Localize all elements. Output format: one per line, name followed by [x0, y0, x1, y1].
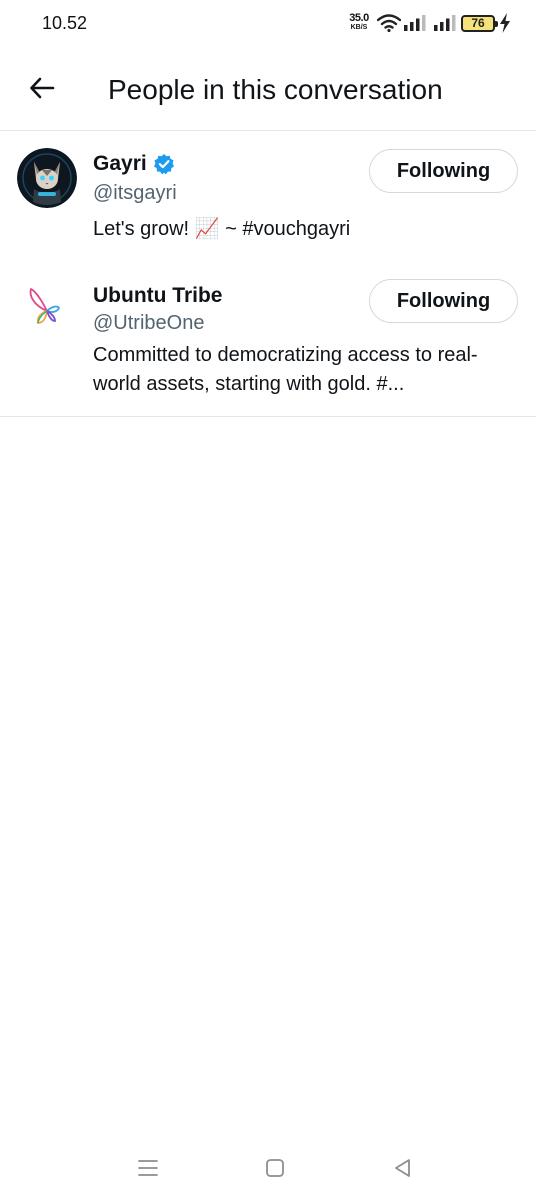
network-speed-value: 35.0 [349, 12, 369, 24]
screen: 10.52 35.0 KB/S 76 People in this conver… [0, 0, 536, 1200]
back-triangle-icon [392, 1157, 414, 1184]
verified-badge-icon [153, 153, 175, 175]
user-name-line: Ubuntu Tribe [93, 284, 223, 308]
home-square-icon [264, 1157, 286, 1184]
status-time: 10.52 [42, 13, 88, 33]
network-speed: 35.0 KB/S [345, 12, 373, 32]
list-item-user[interactable]: Ubuntu Tribe @UtribeOne Committed to dem… [0, 273, 536, 416]
user-handle[interactable]: @itsgayri [93, 182, 177, 205]
back-button[interactable] [24, 72, 60, 108]
list-item-user[interactable]: Gayri @itsgayri Let's grow! 📈 ~ #vouchga… [0, 131, 536, 273]
user-bio: Committed to democratizing access to rea… [93, 344, 478, 395]
navigation-bar [0, 1140, 536, 1200]
following-button[interactable]: Following [369, 279, 518, 323]
user-bio: Let's grow! 📈 ~ #vouchgayri [93, 218, 351, 240]
menu-button[interactable] [132, 1154, 164, 1186]
list-divider [0, 416, 536, 417]
user-handle[interactable]: @UtribeOne [93, 312, 204, 335]
network-speed-unit: KB/S [350, 24, 368, 31]
charging-icon [499, 13, 511, 38]
avatar[interactable] [17, 277, 77, 337]
status-bar: 10.52 35.0 KB/S 76 [0, 0, 536, 48]
battery-icon: 76 [461, 15, 498, 32]
user-name-line: Gayri [93, 152, 175, 176]
battery-level: 76 [471, 16, 485, 30]
signal-icon [434, 15, 456, 36]
arrow-left-icon [28, 74, 56, 107]
page-title: People in this conversation [108, 74, 443, 105]
home-button[interactable] [259, 1154, 291, 1186]
following-button[interactable]: Following [369, 149, 518, 193]
wifi-icon [376, 14, 402, 37]
header: People in this conversation [0, 48, 536, 131]
back-nav-button[interactable] [387, 1154, 419, 1186]
signal-icon [404, 15, 426, 36]
avatar[interactable] [17, 148, 77, 208]
user-name[interactable]: Gayri [93, 152, 147, 176]
menu-icon [137, 1157, 159, 1184]
user-name[interactable]: Ubuntu Tribe [93, 284, 223, 308]
